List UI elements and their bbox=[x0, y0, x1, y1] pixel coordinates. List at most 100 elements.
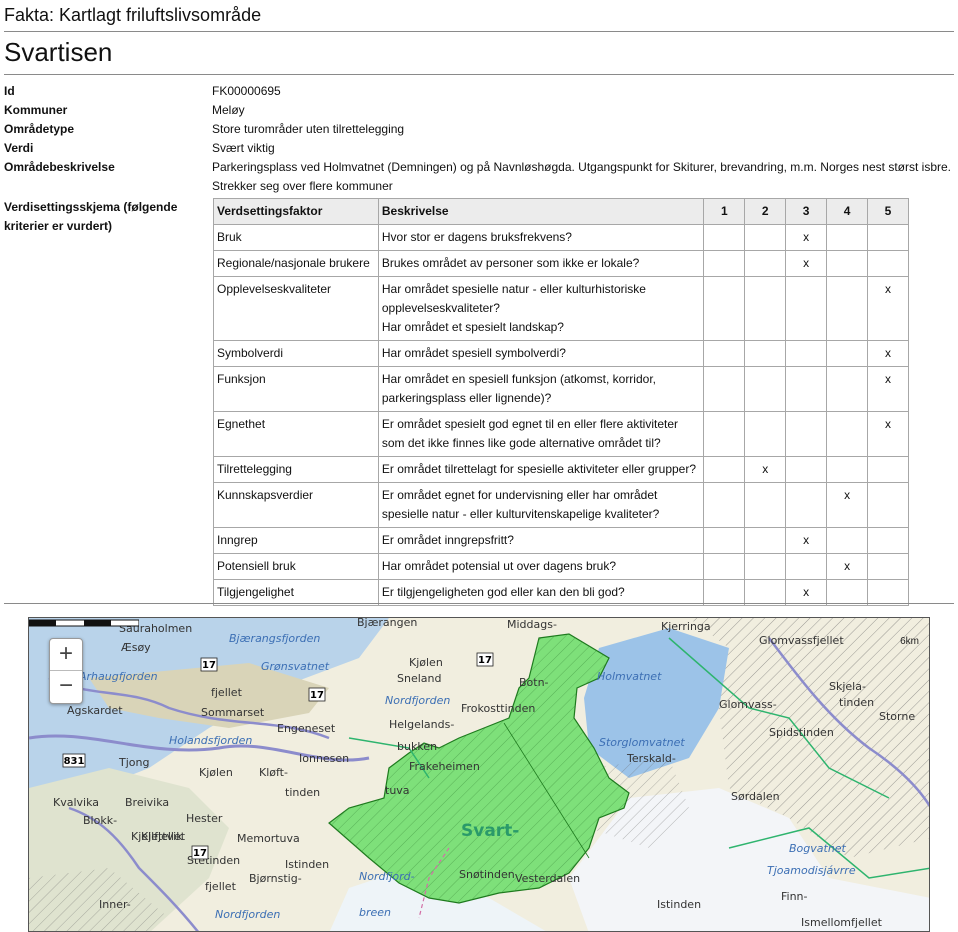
cell-score-1 bbox=[703, 482, 746, 528]
map-place-label: Bogvatnet bbox=[789, 842, 847, 855]
cell-score-4 bbox=[826, 224, 869, 251]
map-place-label: Kvalvika bbox=[53, 796, 99, 809]
cell-score-4: x bbox=[826, 553, 869, 580]
cell-description: Er tilgjengeligheten god eller kan den b… bbox=[377, 579, 705, 606]
cell-factor: Egnethet bbox=[213, 411, 379, 457]
cell-score-5: x bbox=[867, 366, 909, 412]
map-canvas: SauraholmenÆsøyBjærangsfjordenBjærangen M… bbox=[29, 618, 929, 931]
cell-score-4 bbox=[826, 250, 869, 277]
fact-beskrivelse-value: Parkeringsplass ved Holmvatnet (Demninge… bbox=[212, 160, 951, 193]
fact-kommuner-value: Meløy bbox=[212, 103, 245, 117]
cell-description: Er området tilrettelagt for spesielle ak… bbox=[377, 456, 705, 483]
header-divider bbox=[4, 31, 954, 32]
map-place-label: breen bbox=[359, 906, 391, 919]
table-row: Kunnskapsverdier Er området egnet for und… bbox=[213, 482, 909, 528]
cell-score-2 bbox=[744, 579, 787, 606]
cell-score-3 bbox=[785, 366, 828, 412]
cell-score-4 bbox=[826, 411, 869, 457]
cell-score-5: x bbox=[867, 276, 909, 341]
cell-score-5 bbox=[867, 527, 909, 554]
scale-bar bbox=[29, 619, 139, 627]
cell-description: Har området spesiell symbolverdi? bbox=[377, 340, 705, 367]
cell-score-1 bbox=[703, 553, 746, 580]
map-place-label: Nordfjorden bbox=[385, 694, 450, 707]
map-view[interactable]: Sauraholmen Æsøy Bjærangsfjorden Bjærangen M… bbox=[28, 617, 930, 932]
zoom-out-button[interactable]: − bbox=[50, 671, 82, 703]
header-score-5: 5 bbox=[867, 198, 909, 225]
map-place-label: Kjølen bbox=[199, 766, 233, 779]
table-row: Opplevelseskvaliteter Har området spesiel… bbox=[213, 276, 909, 341]
cell-score-5 bbox=[867, 553, 909, 580]
map-place-label: tinden bbox=[285, 786, 320, 799]
map-place-label: Glomvassfjellet bbox=[759, 634, 844, 647]
cell-score-3 bbox=[785, 553, 828, 580]
map-place-label: Tjoamodisjávrre bbox=[767, 864, 856, 877]
cell-score-5 bbox=[867, 224, 909, 251]
map-place-label: Arhaugfjorden bbox=[78, 670, 158, 683]
cell-score-5 bbox=[867, 579, 909, 606]
schema-label: Verdisettingsskjema (følgende kriterier … bbox=[4, 200, 178, 233]
table-header-row: Verdsettingsfaktor Beskrivelse 1 2 3 4 5 bbox=[213, 198, 909, 225]
cell-description: Brukes området av personer som ikke er l… bbox=[377, 250, 705, 277]
table-row: Bruk Hvor stor er dagens bruksfrekvens? x bbox=[213, 224, 909, 251]
map-place-label: fjellet bbox=[205, 880, 237, 893]
cell-score-1 bbox=[703, 527, 746, 554]
cell-factor: Tilrettelegging bbox=[213, 456, 379, 483]
cell-score-1 bbox=[703, 340, 746, 367]
map-place-label: Storglomvatnet bbox=[599, 736, 685, 749]
title-divider bbox=[4, 74, 954, 75]
cell-factor: Bruk bbox=[213, 224, 379, 251]
cell-score-5 bbox=[867, 456, 909, 483]
cell-factor: Inngrep bbox=[213, 527, 379, 554]
map-place-label: Blokk- bbox=[83, 814, 117, 827]
cell-score-3: x bbox=[785, 579, 828, 606]
cell-score-4: x bbox=[826, 482, 869, 528]
map-place-label: Tjong bbox=[118, 756, 149, 769]
map-place-label: Kjettvik bbox=[141, 830, 183, 843]
map-place-label: Frakeheimen bbox=[409, 760, 480, 773]
cell-score-3 bbox=[785, 411, 828, 457]
cell-description: Er området spesielt god egnet til en ell… bbox=[377, 411, 705, 457]
cell-factor: Regionale/nasjonale brukere bbox=[213, 250, 379, 277]
map-place-label: Memortuva bbox=[237, 832, 300, 845]
map-place-label: Ismellomfjellet bbox=[801, 916, 883, 929]
fact-omradetype-value: Store turområder uten tilrettelegging bbox=[212, 122, 405, 136]
fact-verdi-value: Svært viktig bbox=[212, 141, 275, 155]
cell-score-3 bbox=[785, 482, 828, 528]
road-number-label: 17 bbox=[193, 848, 207, 859]
zoom-in-button[interactable]: + bbox=[50, 639, 82, 671]
fact-omradetype-label: Områdetype bbox=[4, 122, 75, 136]
scale-label: 6km bbox=[900, 636, 919, 647]
cell-score-2 bbox=[744, 527, 787, 554]
zoom-control: + − bbox=[49, 638, 83, 704]
cell-factor: Tilgjengelighet bbox=[213, 579, 379, 606]
cell-score-5 bbox=[867, 250, 909, 277]
cell-factor: Opplevelseskvaliteter bbox=[213, 276, 379, 341]
map-place-label: Nordfjord- bbox=[359, 870, 415, 883]
cell-score-5: x bbox=[867, 411, 909, 457]
header-factor: Verdsettingsfaktor bbox=[213, 198, 379, 225]
cell-score-4 bbox=[826, 340, 869, 367]
table-row: Symbolverdi Har området spesiell symbolve… bbox=[213, 340, 909, 367]
road-number-label: 17 bbox=[310, 690, 324, 701]
cell-score-2: x bbox=[744, 456, 787, 483]
cell-score-1 bbox=[703, 276, 746, 341]
map-place-label: Finn- bbox=[781, 890, 808, 903]
cell-score-3: x bbox=[785, 224, 828, 251]
map-place-label: Sommarset bbox=[201, 706, 265, 719]
map-place-label: Botn- bbox=[519, 676, 549, 689]
map-place-label: Agskardet bbox=[67, 704, 123, 717]
cell-score-1 bbox=[703, 579, 746, 606]
cell-score-2 bbox=[744, 224, 787, 251]
map-place-label: Kløft- bbox=[259, 766, 288, 779]
cell-description: Er området egnet for undervisning eller … bbox=[377, 482, 705, 528]
map-place-label: Grønsvatnet bbox=[261, 660, 330, 673]
valuation-table: Verdsettingsfaktor Beskrivelse 1 2 3 4 5… bbox=[213, 198, 909, 606]
cell-score-1 bbox=[703, 366, 746, 412]
map-place-label: Terskald- bbox=[626, 752, 676, 765]
map-place-label: Middags- bbox=[507, 618, 557, 631]
table-row: Tilgjengelighet Er tilgjengeligheten god … bbox=[213, 579, 909, 606]
cell-factor: Funksjon bbox=[213, 366, 379, 412]
header-score-1: 1 bbox=[703, 198, 746, 225]
cell-score-5: x bbox=[867, 340, 909, 367]
